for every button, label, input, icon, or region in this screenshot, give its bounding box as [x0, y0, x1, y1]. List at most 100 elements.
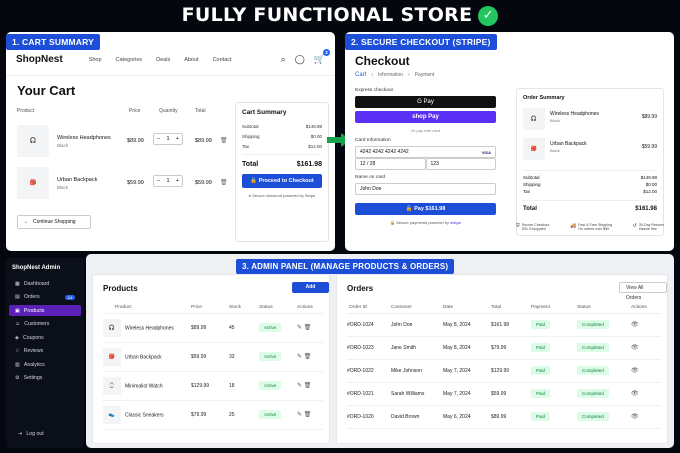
nav-link-deals[interactable]: Deals: [156, 57, 170, 63]
minus-icon[interactable]: −: [157, 178, 160, 184]
trash-icon[interactable]: 🗑: [304, 354, 312, 360]
proceed-label: Proceed to Checkout: [258, 178, 314, 184]
header-quantity: Quantity: [159, 108, 178, 114]
order-id[interactable]: #ORD-1024: [347, 313, 391, 337]
proceed-to-checkout-button[interactable]: 🔒 Proceed to Checkout: [242, 174, 322, 188]
quantity-stepper[interactable]: −1 +: [153, 133, 183, 145]
cvc-field[interactable]: 123: [425, 158, 496, 170]
sidebar-item-customers[interactable]: ☺ Customers: [9, 319, 81, 330]
orders-card: Orders View All Orders Order ID Customer…: [336, 274, 668, 444]
trash-icon[interactable]: 🗑: [304, 383, 312, 389]
sidebar-item-label: Products: [23, 307, 45, 314]
edit-icon[interactable]: ✎: [297, 383, 302, 389]
card-number-field[interactable]: 4242 4242 4242 4242 VISA: [355, 146, 496, 158]
order-summary-row: Tax $12.00: [523, 189, 657, 194]
search-icon[interactable]: ⌕: [281, 54, 286, 65]
minus-icon[interactable]: −: [157, 136, 160, 142]
sidebar-item-products[interactable]: ▣ Products: [9, 305, 81, 316]
eye-icon[interactable]: 👁: [631, 345, 639, 351]
headphones-image: 🎧: [103, 318, 121, 337]
summary-value: $12.00: [643, 189, 657, 194]
sidebar-item-orders[interactable]: ▤ Orders 24: [9, 292, 81, 303]
cart-item-total: $89.99: [195, 138, 212, 144]
header-total: Total: [195, 108, 206, 114]
crumb-cart[interactable]: Cart: [355, 72, 366, 78]
crumb-payment[interactable]: Payment: [415, 72, 435, 78]
order-id[interactable]: #ORD-1021: [347, 382, 391, 406]
sidebar-item-label: Settings: [23, 375, 43, 381]
quantity-stepper[interactable]: −1 +: [153, 175, 183, 187]
plus-icon[interactable]: +: [176, 178, 179, 184]
order-customer: Sarah Williams: [391, 382, 443, 406]
cart-section-tag: 1. CART SUMMARY: [6, 34, 101, 50]
nav-link-about[interactable]: About: [184, 57, 198, 63]
col-customer: Customer: [391, 303, 443, 314]
payment-form: Express checkout G Pay shop Pay Or pay w…: [355, 88, 496, 225]
sidebar-item-analytics[interactable]: ▥ Analytics: [9, 359, 81, 370]
nav-link-contact[interactable]: Contact: [213, 57, 232, 63]
pay-button[interactable]: 🔒 Pay $161.98: [355, 203, 496, 215]
orders-title: Orders: [347, 284, 374, 293]
nav-link-categories[interactable]: Categories: [116, 57, 143, 63]
eye-icon[interactable]: 👁: [631, 414, 639, 420]
order-id[interactable]: #ORD-1023: [347, 336, 391, 360]
sidebar-item-settings[interactable]: ⚙ Settings: [9, 373, 81, 384]
edit-icon[interactable]: ✎: [297, 354, 302, 360]
sidebar-item-reviews[interactable]: ☆ Reviews: [9, 346, 81, 357]
trash-icon[interactable]: 🗑: [304, 412, 312, 418]
eye-icon[interactable]: 👁: [631, 322, 639, 328]
store-logo[interactable]: ShopNest: [16, 54, 63, 65]
quantity-value: 1: [166, 136, 170, 142]
status-badge: Completed: [577, 389, 609, 398]
name-on-card-field[interactable]: John Doe: [355, 183, 496, 195]
edit-icon[interactable]: ✎: [297, 412, 302, 418]
express-checkout-label: Express checkout: [355, 88, 393, 93]
edit-icon[interactable]: ✎: [297, 325, 302, 331]
logout-button[interactable]: ⇥ Log out: [12, 429, 50, 440]
status-badge: Completed: [577, 412, 609, 421]
product-name[interactable]: Urban Backpack: [125, 354, 162, 360]
admin-section-tag: 3. ADMIN PANEL (MANAGE PRODUCTS & ORDERS…: [236, 259, 455, 274]
summary-row: Subtotal $149.98: [242, 124, 322, 129]
summary-label: Tax: [242, 144, 250, 149]
trust-badge: ↺ 30-Day Returns Hassle free: [633, 223, 664, 231]
user-icon[interactable]: ◯: [295, 54, 305, 65]
summary-label: Subtotal: [523, 175, 540, 180]
product-stock: 18: [229, 371, 259, 401]
secure-text: Secure checkout powered by Stripe: [252, 193, 316, 198]
trash-icon[interactable]: 🗑: [220, 179, 228, 186]
order-id[interactable]: #ORD-1020: [347, 405, 391, 429]
order-id[interactable]: #ORD-1022: [347, 359, 391, 383]
sidebar-item-dashboard[interactable]: ▦ Dashboard: [9, 278, 81, 289]
nav-link-shop[interactable]: Shop: [89, 57, 102, 63]
shop-pay-button[interactable]: shop Pay: [355, 111, 496, 123]
product-price: $59.99: [191, 342, 229, 372]
cart-item-row: 🎧 Wireless Headphones Black $89.99 −1 + $…: [17, 125, 228, 163]
add-product-button[interactable]: Add Product: [292, 282, 329, 301]
order-summary-total: Total $161.98: [523, 200, 657, 212]
plus-icon[interactable]: +: [176, 136, 179, 142]
crumb-information[interactable]: Information: [378, 72, 403, 78]
cart-item-name[interactable]: Urban Backpack: [57, 177, 97, 183]
cart-item-name[interactable]: Wireless Headphones: [57, 135, 111, 141]
cart-item-price: $59.99: [127, 180, 144, 186]
product-name[interactable]: Classic Sneakers: [125, 412, 164, 418]
trash-icon[interactable]: 🗑: [304, 325, 312, 331]
col-price: Price: [191, 303, 229, 314]
eye-icon[interactable]: 👁: [631, 391, 639, 397]
product-name[interactable]: Wireless Headphones: [125, 325, 174, 331]
cart-icon[interactable]: 🛒 2: [314, 49, 330, 65]
trash-icon[interactable]: 🗑: [220, 137, 228, 144]
col-payment: Payment: [531, 303, 577, 314]
chevron-right-icon: ›: [408, 72, 410, 78]
product-name[interactable]: Minimalist Watch: [125, 383, 163, 389]
continue-shopping-button[interactable]: ← Continue Shopping: [17, 215, 91, 229]
view-all-orders-button[interactable]: View All Orders: [619, 282, 667, 301]
eye-icon[interactable]: 👁: [631, 368, 639, 374]
google-pay-button[interactable]: G Pay: [355, 96, 496, 108]
sidebar-item-coupons[interactable]: ◈ Coupons: [9, 332, 81, 343]
expiry-field[interactable]: 12 / 28: [355, 158, 426, 170]
backpack-image: 🎒: [103, 347, 121, 366]
truck-icon: 🚚: [569, 223, 577, 229]
watch-image: ⌚: [103, 376, 121, 395]
